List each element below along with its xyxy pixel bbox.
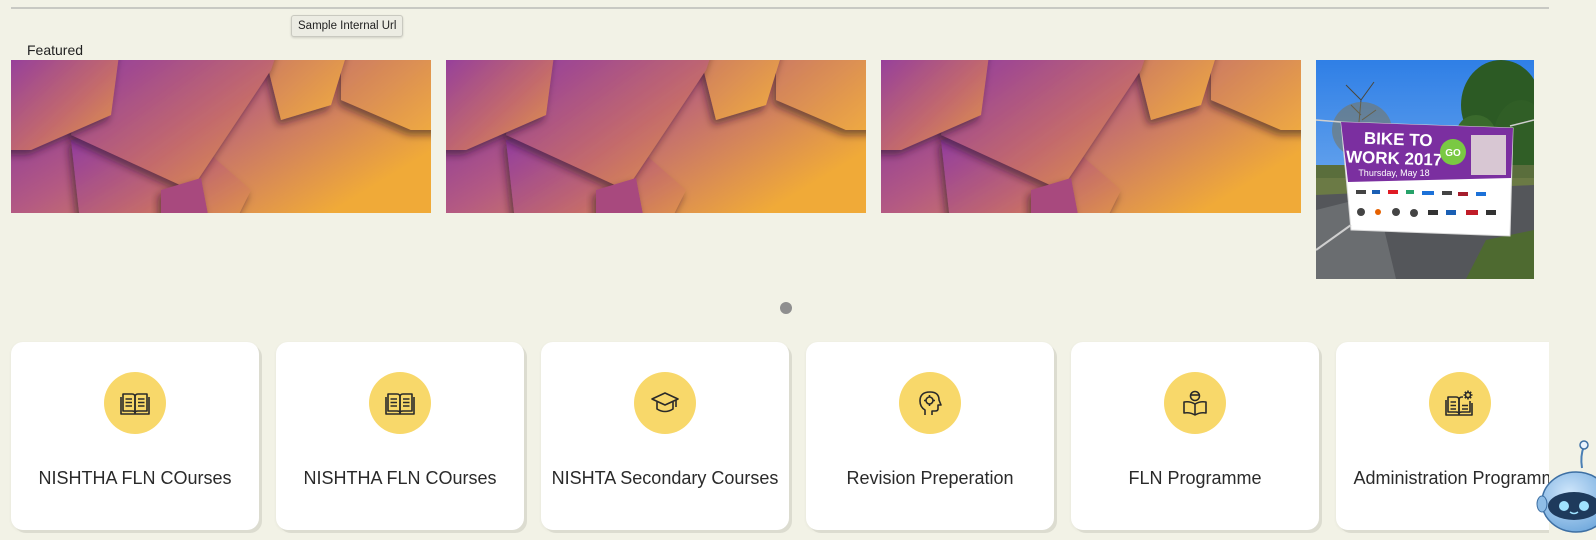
svg-text:Thursday, May 18: Thursday, May 18 xyxy=(1358,168,1429,178)
chatbot-robot-icon[interactable] xyxy=(1534,436,1596,540)
svg-text:WORK 2017: WORK 2017 xyxy=(1346,147,1443,169)
category-label: NISHTHA FLN COurses xyxy=(38,468,232,488)
category-label: Revision Preperation xyxy=(846,468,1014,488)
category-card-3[interactable]: NISHTA Secondary Courses xyxy=(541,342,789,530)
top-divider xyxy=(11,7,1549,9)
url-tooltip: Sample Internal Url xyxy=(291,15,404,37)
category-label: Administration Programme xyxy=(1353,468,1549,488)
featured-banner-1[interactable] xyxy=(11,60,431,213)
carousel-dot-active[interactable] xyxy=(780,302,792,314)
category-card-1[interactable]: NISHTHA FLN COurses xyxy=(11,342,259,530)
head-gear-icon xyxy=(899,372,961,434)
open-book-icon xyxy=(369,372,431,434)
open-book-icon xyxy=(104,372,166,434)
category-label: NISHTA Secondary Courses xyxy=(551,468,779,488)
category-card-6[interactable]: Administration Programme xyxy=(1336,342,1549,530)
category-card-4[interactable]: Revision Preperation xyxy=(806,342,1054,530)
category-label: NISHTHA FLN COurses xyxy=(303,468,497,488)
featured-banner-2[interactable] xyxy=(446,60,866,213)
graduation-cap-icon xyxy=(634,372,696,434)
featured-photo-bike-to-work[interactable]: BIKE TO WORK 2017 Thursday, May 18 GO xyxy=(1316,60,1534,279)
svg-text:BIKE TO: BIKE TO xyxy=(1364,129,1433,150)
category-label: FLN Programme xyxy=(1128,468,1262,488)
category-card-2[interactable]: NISHTHA FLN COurses xyxy=(276,342,524,530)
book-gear-icon xyxy=(1429,372,1491,434)
category-cards: NISHTHA FLN COurses NISHTHA FLN COurses … xyxy=(0,340,1549,540)
svg-text:GO: GO xyxy=(1445,148,1461,159)
reader-icon xyxy=(1164,372,1226,434)
featured-heading: Featured xyxy=(27,42,84,58)
featured-banner-3[interactable] xyxy=(881,60,1301,213)
category-card-5[interactable]: FLN Programme xyxy=(1071,342,1319,530)
